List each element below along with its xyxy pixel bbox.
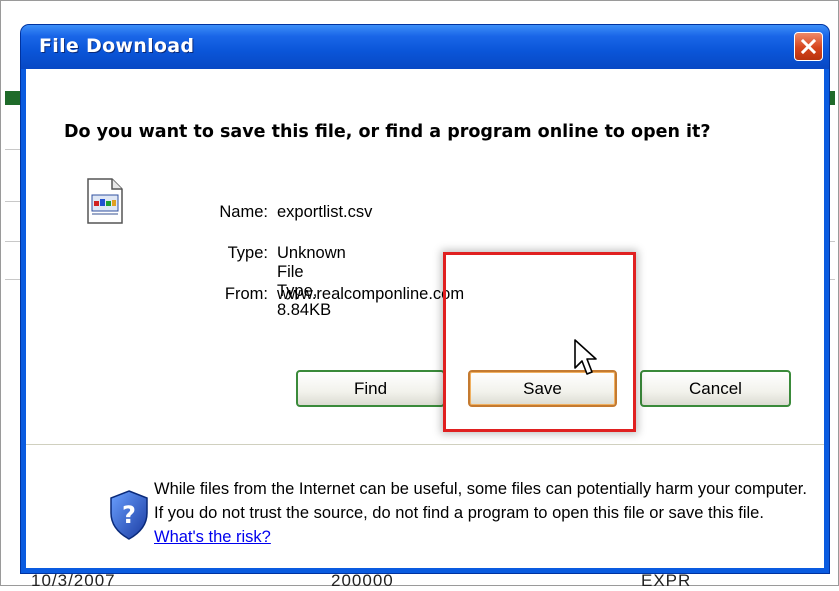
file-download-dialog: File Download Do you want to save this f… [21,25,829,573]
cancel-button[interactable]: Cancel [640,370,791,407]
dialog-body: Do you want to save this file, or find a… [26,69,824,568]
file-type-value: Unknown File Type, 8.84KB [277,244,346,319]
background-row-code: EXPR [641,571,692,590]
close-button[interactable] [794,32,823,61]
mouse-pointer-icon [574,339,597,375]
background-row-number: 200000 [331,571,394,590]
whats-the-risk-link[interactable]: What's the risk? [154,528,271,546]
file-name-label: Name: [219,203,268,221]
file-name-value: exportlist.csv [277,203,373,221]
background-app-row-border [5,201,21,202]
file-from-value: www.realcomponline.com [277,285,465,303]
screenshot-frame: 10/3/2007 200000 EXPR File Download Do y… [0,0,839,590]
dialog-title-bar[interactable]: File Download [21,25,829,69]
annotation-highlight-box [443,252,636,432]
background-app-row-border [5,149,21,150]
shield-question-icon: ? [110,490,148,540]
background-app-header-right [829,91,835,105]
warning-text: While files from the Internet can be use… [154,480,807,522]
svg-text:?: ? [122,501,136,529]
dialog-separator [26,444,824,445]
find-button[interactable]: Find [296,370,445,407]
file-csv-icon [87,178,123,224]
file-from-label: From: [224,285,268,303]
background-app-row-border [5,279,21,280]
background-row-date: 10/3/2007 [31,571,116,590]
background-app-row-border [829,241,835,242]
close-x-icon [800,38,817,55]
security-warning: While files from the Internet can be use… [154,477,814,549]
dialog-title: File Download [39,35,195,57]
download-question: Do you want to save this file, or find a… [64,122,711,142]
background-app-row-border [829,279,835,280]
background-app-row-border [5,241,21,242]
file-type-label: Type: [227,244,268,262]
